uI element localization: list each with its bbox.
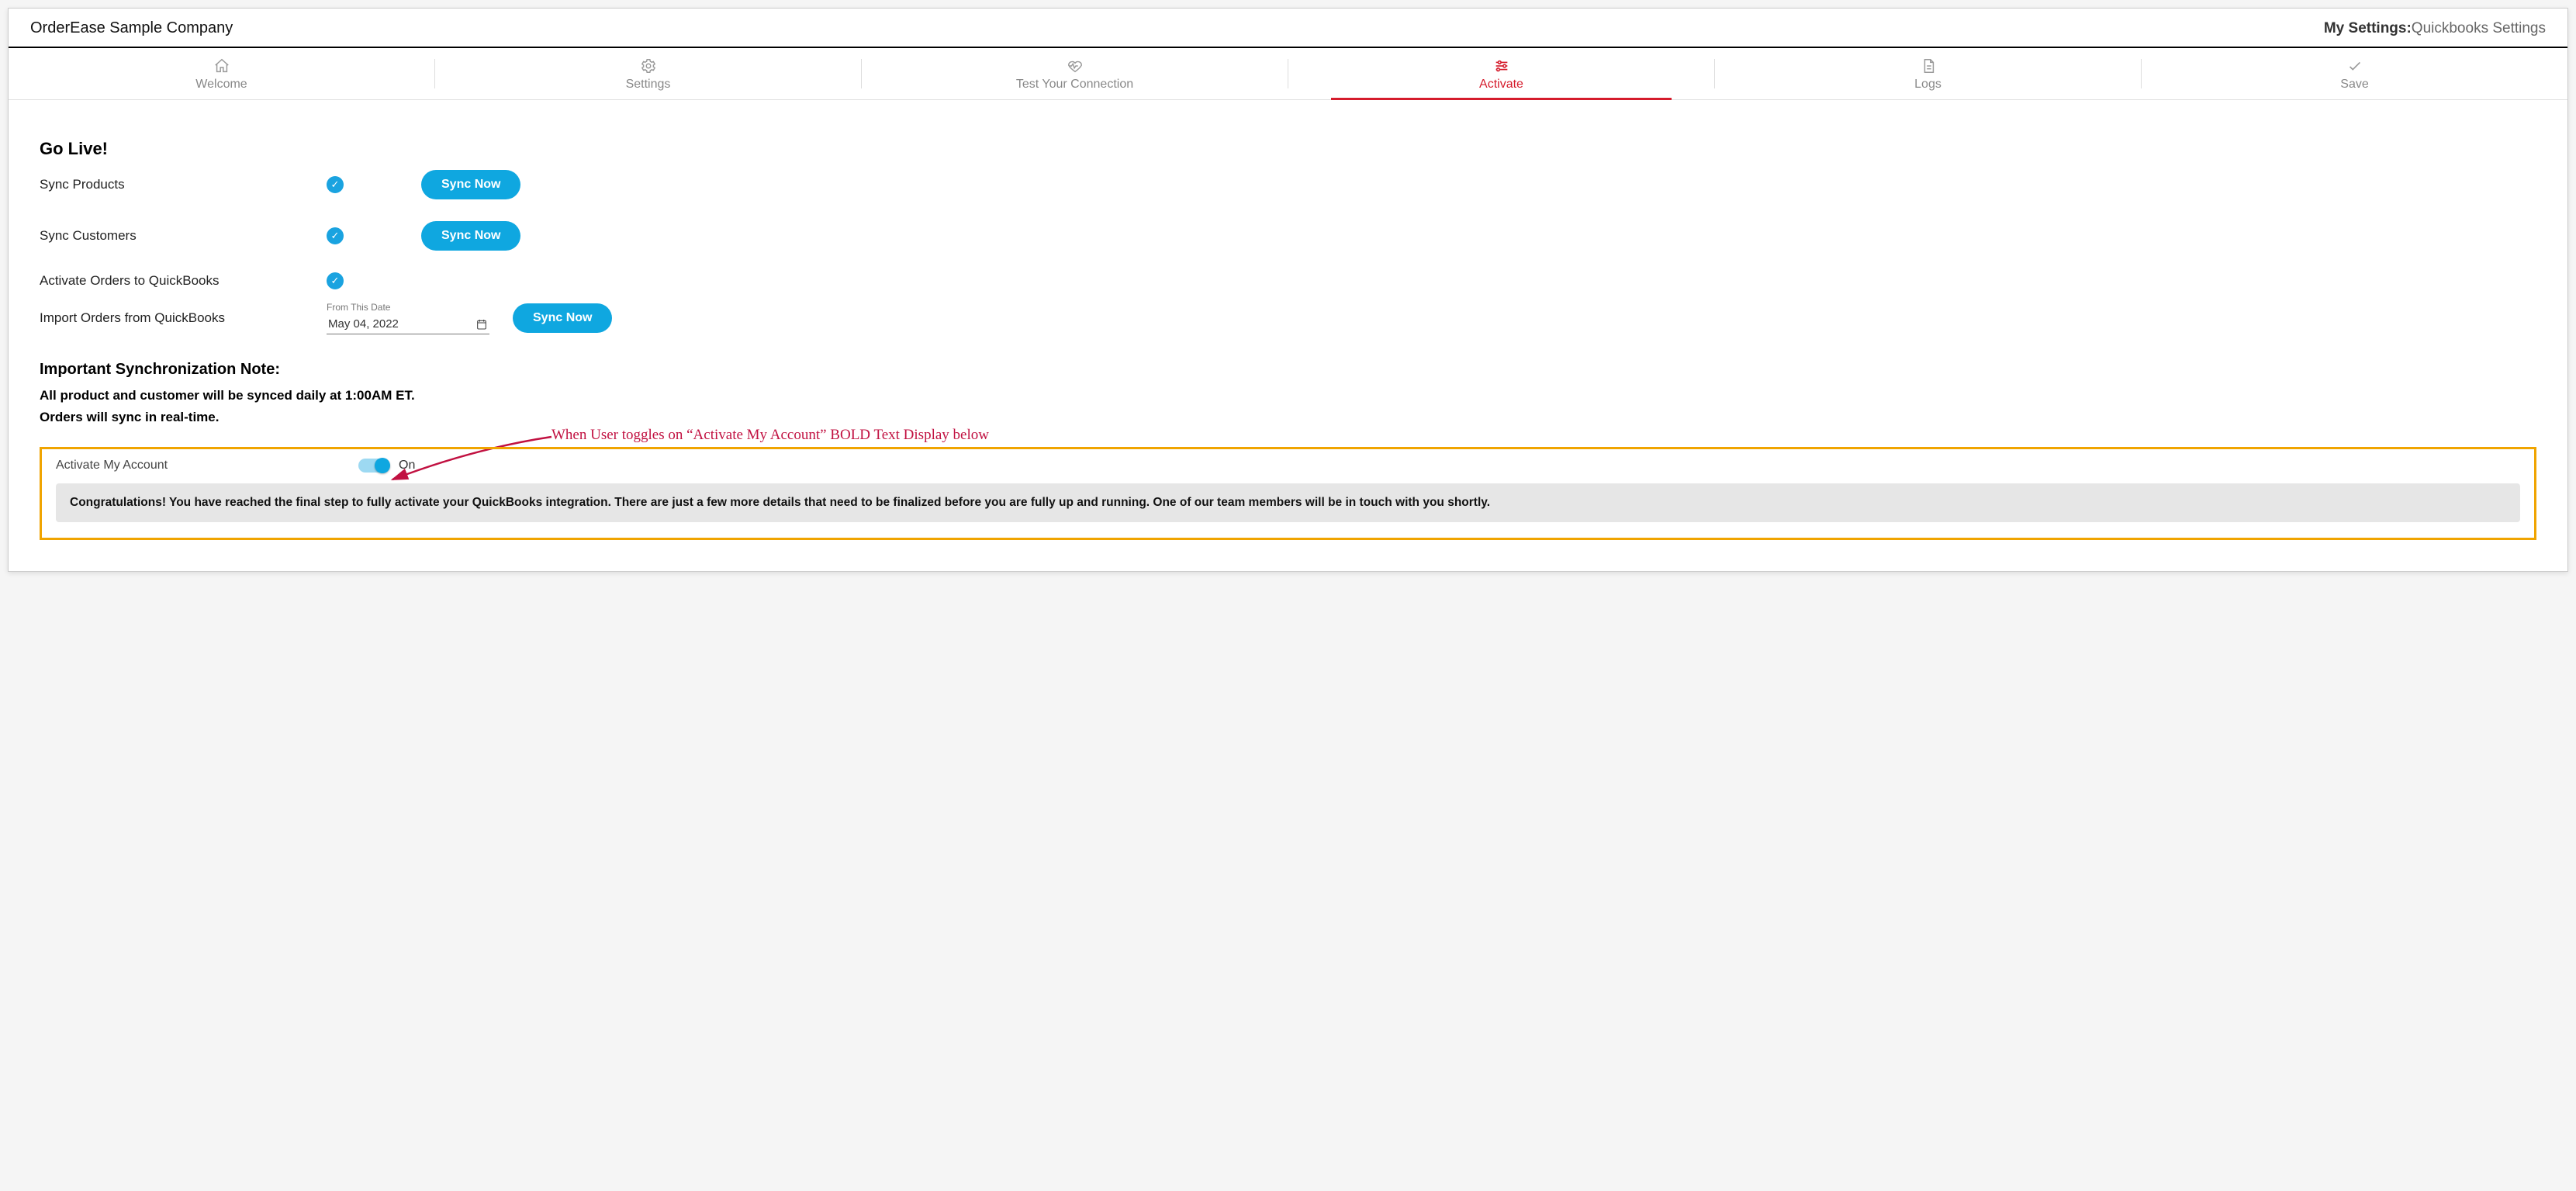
sliders-icon: [1493, 57, 1510, 74]
sync-customers-button[interactable]: Sync Now: [421, 221, 520, 251]
file-icon: [1920, 57, 1937, 74]
tab-bar: Welcome Settings Test Your Connection Ac…: [9, 48, 2567, 100]
from-date-field[interactable]: From This Date May 04, 2022: [327, 302, 489, 334]
row-activate-orders: Activate Orders to QuickBooks ✓: [40, 272, 2536, 289]
activate-highlight-box: Activate My Account On Congratulations! …: [40, 447, 2536, 540]
toggle-state: On: [399, 459, 415, 473]
tab-label: Logs: [1914, 78, 1942, 91]
check-icon: ✓: [327, 227, 344, 244]
activate-account-row: Activate My Account On: [56, 459, 2520, 473]
settings-window: OrderEase Sample Company My Settings:Qui…: [8, 8, 2568, 572]
import-orders-label: Import Orders from QuickBooks: [40, 310, 327, 326]
annotation-text: When User toggles on “Activate My Accoun…: [552, 427, 989, 444]
check-icon: ✓: [327, 176, 344, 193]
sync-products-button[interactable]: Sync Now: [421, 170, 520, 199]
activate-orders-label: Activate Orders to QuickBooks: [40, 273, 327, 289]
tab-welcome[interactable]: Welcome: [9, 48, 434, 99]
from-date-value: May 04, 2022: [328, 317, 399, 331]
tab-save[interactable]: Save: [2142, 48, 2567, 99]
sync-note-line2: Orders will sync in real-time.: [40, 410, 2536, 425]
tab-label: Welcome: [195, 78, 247, 91]
check-icon: [2346, 57, 2363, 74]
heart-pulse-icon: [1067, 57, 1084, 74]
activate-account-toggle[interactable]: [358, 459, 389, 473]
tab-label: Activate: [1479, 78, 1523, 91]
calendar-icon: [475, 318, 488, 331]
tab-logs[interactable]: Logs: [1715, 48, 2141, 99]
row-sync-customers: Sync Customers ✓ Sync Now: [40, 221, 2536, 251]
title-bar: OrderEase Sample Company My Settings:Qui…: [9, 9, 2567, 48]
sync-products-label: Sync Products: [40, 177, 327, 192]
from-date-input[interactable]: May 04, 2022: [327, 314, 489, 334]
row-sync-products: Sync Products ✓ Sync Now: [40, 170, 2536, 199]
content-area: Go Live! Sync Products ✓ Sync Now Sync C…: [9, 100, 2567, 571]
sync-note-heading: Important Synchronization Note:: [40, 361, 2536, 379]
sync-note-line1: All product and customer will be synced …: [40, 388, 2536, 403]
breadcrumb-page: Quickbooks Settings: [2412, 20, 2546, 36]
activate-account-label: Activate My Account: [56, 459, 358, 473]
tab-label: Settings: [626, 78, 671, 91]
congrats-message: Congratulations! You have reached the fi…: [56, 483, 2520, 522]
tab-activate[interactable]: Activate: [1288, 48, 1714, 99]
row-import-orders: Import Orders from QuickBooks From This …: [40, 302, 2536, 334]
home-icon: [213, 57, 230, 74]
tab-label: Test Your Connection: [1016, 78, 1133, 91]
company-name: OrderEase Sample Company: [30, 19, 233, 37]
gear-icon: [640, 57, 657, 74]
breadcrumb-section: My Settings:: [2324, 20, 2412, 36]
go-live-heading: Go Live!: [40, 139, 2536, 159]
from-date-label: From This Date: [327, 302, 489, 313]
tab-test-connection[interactable]: Test Your Connection: [862, 48, 1288, 99]
sync-customers-label: Sync Customers: [40, 228, 327, 244]
check-icon: ✓: [327, 272, 344, 289]
tab-label: Save: [2340, 78, 2368, 91]
import-orders-sync-button[interactable]: Sync Now: [513, 303, 612, 333]
tab-settings[interactable]: Settings: [435, 48, 861, 99]
breadcrumb: My Settings:Quickbooks Settings: [2324, 20, 2546, 37]
